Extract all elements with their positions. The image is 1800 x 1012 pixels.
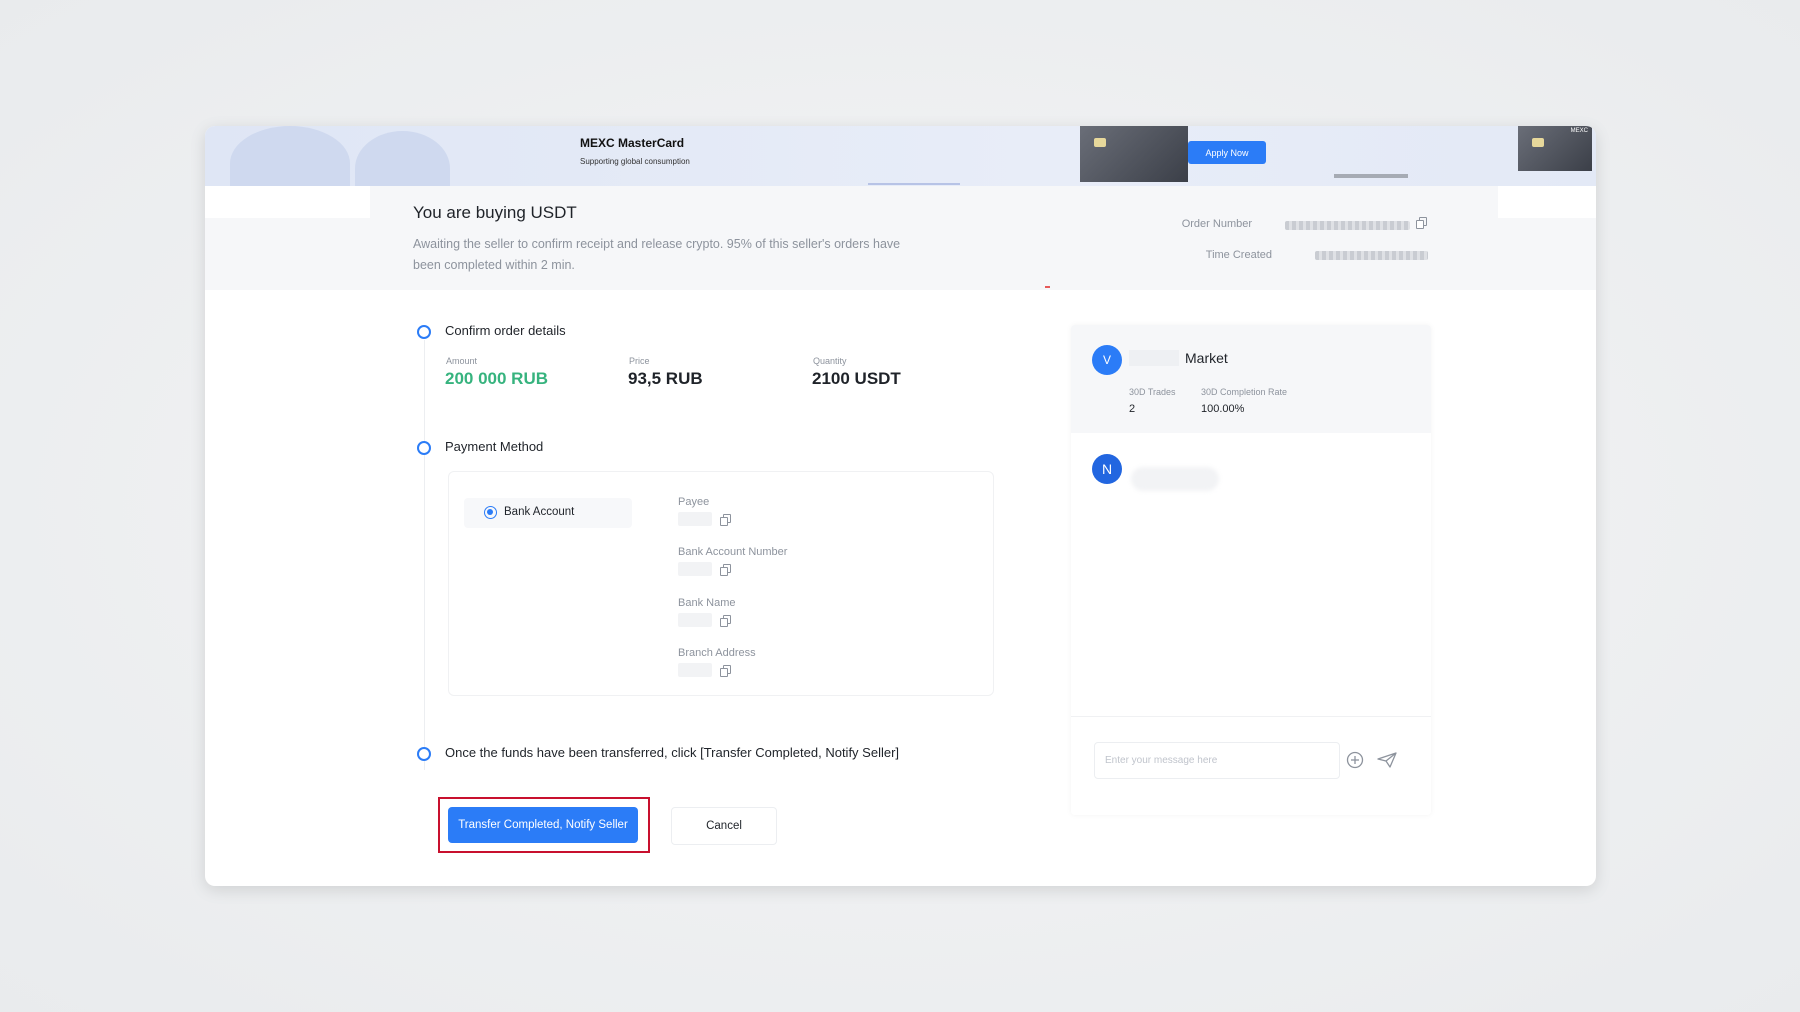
quantity-label: Quantity: [813, 356, 847, 366]
plus-circle-icon[interactable]: [1346, 751, 1364, 769]
order-number-value: [1285, 221, 1410, 230]
trades-label: 30D Trades: [1129, 387, 1176, 397]
banner-title: MEXC MasterCard: [580, 136, 685, 150]
copy-icon[interactable]: [720, 615, 731, 627]
completion-rate-label: 30D Completion Rate: [1201, 387, 1288, 397]
amount-label: Amount: [446, 356, 478, 366]
step-payment-label: Payment Method: [445, 439, 544, 454]
price-value: 93,5 RUB: [628, 369, 703, 388]
branch-address-value: [678, 663, 712, 677]
message-input[interactable]: [1094, 742, 1340, 779]
bank-account-number-label: Bank Account Number: [678, 546, 788, 558]
bank-name-label: Bank Name: [678, 597, 736, 609]
copy-icon[interactable]: [720, 665, 731, 677]
banner-subtitle: Supporting global consumption: [580, 157, 690, 166]
quantity-value: 2100 USDT: [812, 369, 901, 388]
banner-indicator: [868, 183, 960, 185]
banner-progress-bar: [1334, 174, 1408, 178]
seller-info: V Market 30D Trades 2 30D Completion Rat…: [1071, 325, 1431, 433]
step-transfer-label: Once the funds have been transferred, cl…: [445, 745, 900, 760]
time-created-label: Time Created: [1205, 249, 1272, 261]
completion-rate-value: 100.00%: [1201, 403, 1245, 415]
copy-icon[interactable]: [1416, 217, 1427, 229]
radio-selected-icon[interactable]: [484, 506, 497, 519]
banner-decoration: [355, 131, 450, 186]
amount-value: 200 000 RUB: [445, 369, 549, 388]
mastercard-image-small: MEXC: [1518, 126, 1592, 171]
banner-decoration: [230, 126, 350, 186]
payment-details-box: Bank Account Payee Bank Account Number B…: [448, 471, 994, 696]
order-number-label: Order Number: [1181, 218, 1252, 230]
payment-method-option[interactable]: Bank Account: [464, 498, 632, 528]
step-confirm-label: Confirm order details: [445, 323, 566, 338]
page-title: You are buying USDT: [413, 203, 577, 222]
chat-message: [1131, 467, 1219, 491]
send-icon[interactable]: [1376, 751, 1398, 769]
status-dot: [1045, 286, 1050, 288]
header-tab-left: [205, 186, 370, 218]
order-status-description: Awaiting the seller to confirm receipt a…: [413, 237, 901, 272]
payee-value: [678, 512, 712, 526]
header-tab-right: [1498, 186, 1596, 218]
p2p-order-card: MEXC MasterCard Supporting global consum…: [205, 126, 1596, 886]
apply-now-button[interactable]: Apply Now: [1188, 141, 1266, 164]
chat-panel: V Market 30D Trades 2 30D Completion Rat…: [1071, 325, 1431, 815]
payment-method-label: Bank Account: [504, 506, 575, 518]
time-created-value: [1315, 251, 1428, 260]
step-indicator: [417, 441, 431, 455]
trades-value: 2: [1129, 403, 1136, 415]
card-chip-icon: [1094, 138, 1106, 147]
bank-account-number-value: [678, 562, 712, 576]
step-indicator: [417, 325, 431, 339]
transfer-completed-button[interactable]: Transfer Completed, Notify Seller: [448, 807, 638, 843]
card-logo: MEXC: [1570, 128, 1588, 134]
seller-name-hidden: [1129, 350, 1179, 366]
cancel-button[interactable]: Cancel: [671, 807, 777, 845]
mastercard-image: [1080, 126, 1188, 182]
branch-address-label: Branch Address: [678, 647, 756, 659]
bank-name-value: [678, 613, 712, 627]
card-chip-icon: [1532, 138, 1544, 147]
steps-timeline: [424, 340, 425, 770]
payee-label: Payee: [678, 496, 710, 508]
order-header: You are buying USDT Awaiting the seller …: [205, 186, 1596, 290]
chat-divider: [1071, 716, 1431, 717]
seller-name[interactable]: Market: [1185, 350, 1228, 366]
user-avatar: N: [1092, 454, 1122, 484]
step-indicator: [417, 747, 431, 761]
price-label: Price: [629, 356, 650, 366]
copy-icon[interactable]: [720, 564, 731, 576]
seller-avatar: V: [1092, 345, 1122, 375]
copy-icon[interactable]: [720, 514, 731, 526]
promo-banner[interactable]: MEXC MasterCard Supporting global consum…: [205, 126, 1596, 186]
